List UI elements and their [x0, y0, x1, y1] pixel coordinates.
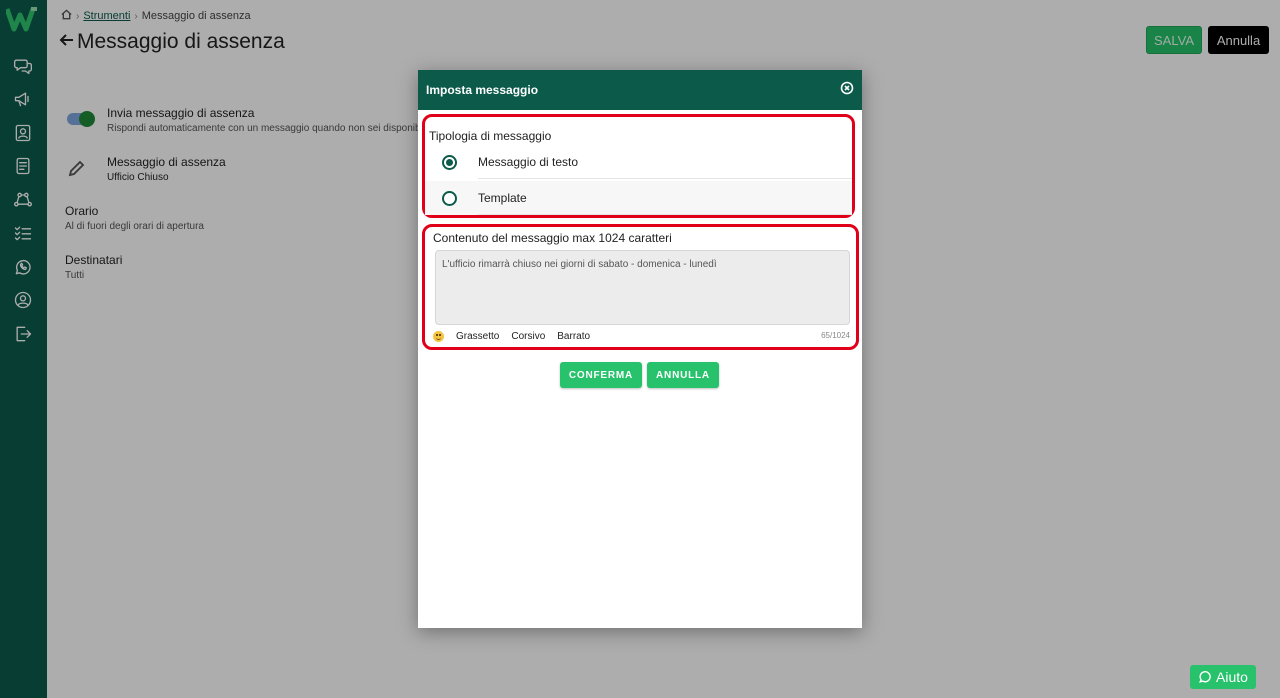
message-textarea[interactable]: L'ufficio rimarrà chiuso nei giorni di s… — [435, 250, 850, 325]
close-icon[interactable] — [840, 81, 854, 100]
divider — [478, 178, 852, 179]
help-label: Aiuto — [1216, 669, 1248, 685]
message-content-section: Contenuto del messaggio max 1024 caratte… — [422, 224, 859, 350]
radio-label: Messaggio di testo — [478, 155, 579, 169]
whatsapp-icon — [1199, 671, 1211, 683]
message-type-label: Tipologia di messaggio — [429, 129, 552, 143]
emoji-icon[interactable] — [433, 331, 444, 342]
help-button[interactable]: Aiuto — [1190, 665, 1256, 689]
modal-title: Imposta messaggio — [426, 83, 539, 97]
divider — [478, 214, 852, 215]
bold-button[interactable]: Grassetto — [456, 331, 499, 342]
radio-button[interactable] — [442, 155, 457, 170]
strikethrough-button[interactable]: Barrato — [557, 331, 590, 342]
format-toolbar: Grassetto Corsivo Barrato — [433, 331, 590, 342]
radio-label: Template — [478, 191, 527, 205]
radio-option-text[interactable]: Messaggio di testo — [425, 145, 852, 179]
italic-button[interactable]: Corsivo — [511, 331, 545, 342]
modal-cancel-button[interactable]: ANNULLA — [647, 362, 719, 388]
set-message-modal: Imposta messaggio Tipologia di messaggio… — [418, 70, 862, 628]
radio-button[interactable] — [442, 191, 457, 206]
confirm-button[interactable]: CONFERMA — [560, 362, 642, 388]
character-counter: 65/1024 — [821, 331, 850, 340]
message-content-label: Contenuto del messaggio max 1024 caratte… — [433, 231, 672, 245]
radio-option-template[interactable]: Template — [425, 181, 852, 215]
modal-header: Imposta messaggio — [418, 70, 862, 110]
message-type-section: Tipologia di messaggio Messaggio di test… — [422, 114, 855, 218]
